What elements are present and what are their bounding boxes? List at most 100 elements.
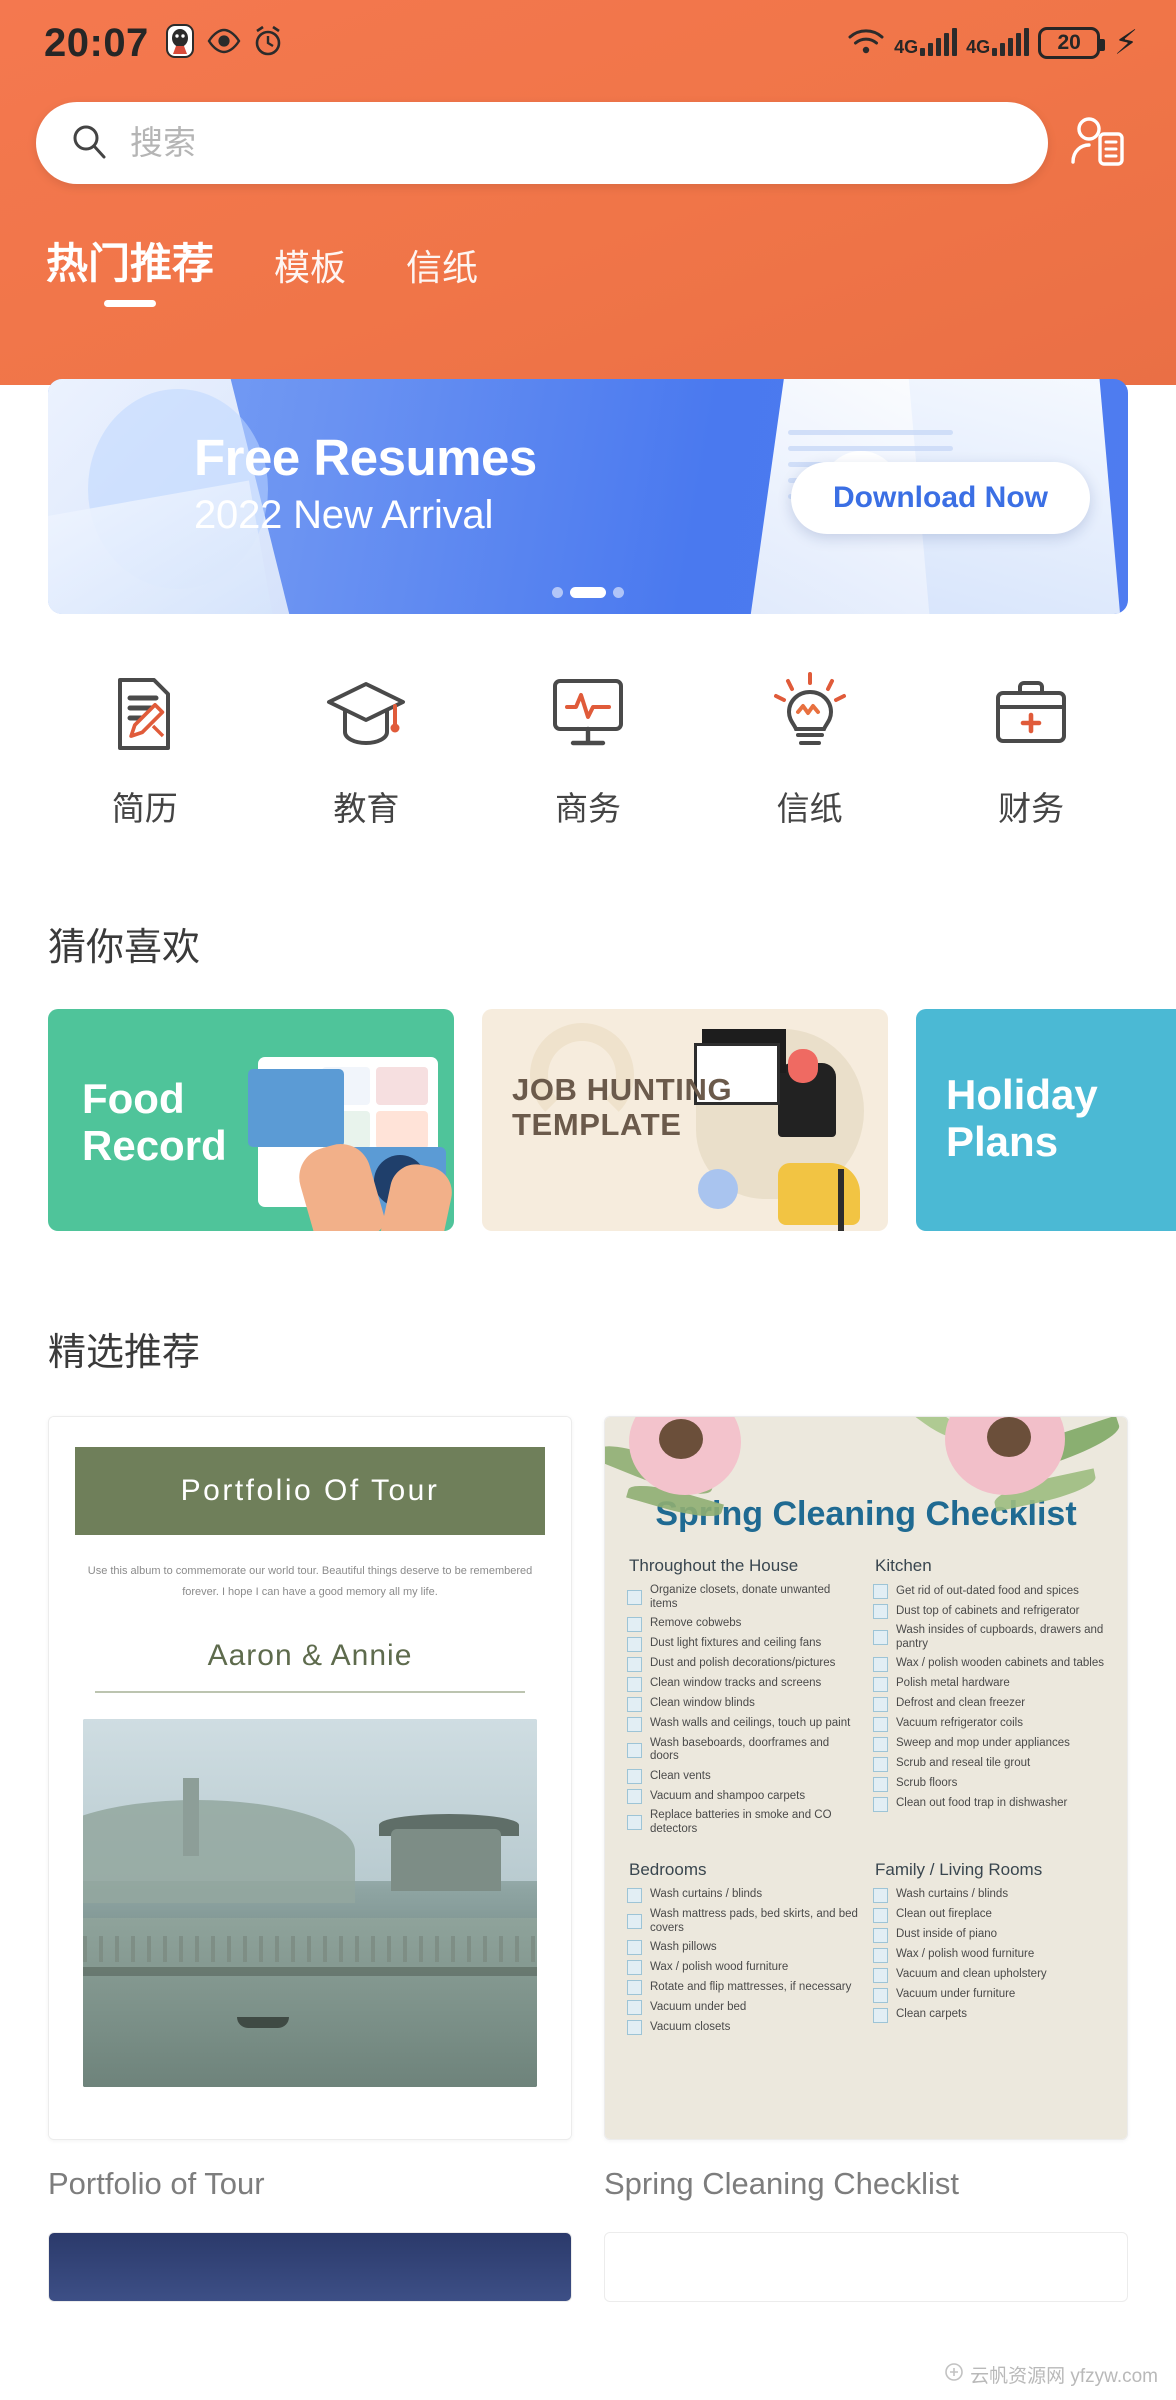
carousel-dot[interactable] <box>613 587 624 598</box>
featured-item-portfolio[interactable]: Portfolio Of Tour Use this album to comm… <box>48 1416 572 2202</box>
checklist-item[interactable]: Vacuum and clean upholstery <box>873 1967 1105 1983</box>
checkbox-icon[interactable] <box>627 1636 642 1652</box>
checkbox-icon[interactable] <box>627 1742 642 1758</box>
checkbox-icon[interactable] <box>627 1940 642 1956</box>
checkbox-icon[interactable] <box>627 1590 642 1606</box>
checkbox-icon[interactable] <box>873 1887 888 1903</box>
checkbox-icon[interactable] <box>627 1616 642 1632</box>
checklist-item[interactable]: Remove cobwebs <box>627 1616 859 1632</box>
checkbox-icon[interactable] <box>627 1789 642 1805</box>
category-letter-paper[interactable]: 信纸 <box>699 672 921 830</box>
checkbox-icon[interactable] <box>873 1584 888 1599</box>
checklist-item[interactable]: Clean carpets <box>873 2007 1105 2023</box>
signal-bars-2 <box>992 28 1030 56</box>
checklist-item[interactable]: Scrub floors <box>873 1776 1105 1792</box>
checkbox-icon[interactable] <box>873 1676 888 1692</box>
checkbox-icon[interactable] <box>873 2007 888 2023</box>
checkbox-icon[interactable] <box>627 1656 642 1672</box>
checklist-item[interactable]: Wash walls and ceilings, touch up paint <box>627 1716 859 1732</box>
guess-card-job-hunting[interactable]: JOB HUNTING TEMPLATE <box>482 1009 888 1231</box>
checklist-item[interactable]: Dust and polish decorations/pictures <box>627 1656 859 1672</box>
carousel-dot[interactable] <box>552 587 563 598</box>
search-box[interactable] <box>36 102 1048 184</box>
checklist-item[interactable]: Vacuum and shampoo carpets <box>627 1789 859 1805</box>
checkbox-icon[interactable] <box>627 2000 642 2016</box>
download-now-button[interactable]: Download Now <box>791 462 1090 534</box>
checklist-item[interactable]: Wax / polish wood furniture <box>873 1947 1105 1963</box>
featured-item-checklist[interactable]: Spring Cleaning Checklist Throughout the… <box>604 1416 1128 2202</box>
search-input[interactable] <box>130 124 1014 162</box>
featured-card-next-left[interactable] <box>48 2232 572 2302</box>
checklist-item[interactable]: Wash baseboards, doorframes and doors <box>627 1737 859 1765</box>
checkbox-icon[interactable] <box>873 1927 888 1943</box>
checkbox-icon[interactable] <box>627 1676 642 1692</box>
checklist-item[interactable]: Dust light fixtures and ceiling fans <box>627 1636 859 1652</box>
guess-card-list[interactable]: Food Record JOB HUNTING TEMPLATE Holiday… <box>0 1009 1176 1231</box>
tab-templates[interactable]: 模板 <box>274 239 346 311</box>
checklist-item[interactable]: Wash mattress pads, bed skirts, and bed … <box>627 1908 859 1936</box>
portfolio-card[interactable]: Portfolio Of Tour Use this album to comm… <box>48 1416 572 2140</box>
checklist-item[interactable]: Clean out fireplace <box>873 1907 1105 1923</box>
checkbox-icon[interactable] <box>873 1604 888 1619</box>
checklist-item[interactable]: Dust inside of piano <box>873 1927 1105 1943</box>
checkbox-icon[interactable] <box>627 1887 642 1903</box>
checklist-card[interactable]: Spring Cleaning Checklist Throughout the… <box>604 1416 1128 2140</box>
category-education[interactable]: 教育 <box>256 672 478 830</box>
checkbox-icon[interactable] <box>627 1696 642 1712</box>
checklist-item[interactable]: Wash curtains / blinds <box>873 1887 1105 1903</box>
checklist-item[interactable]: Clean vents <box>627 1769 859 1785</box>
checklist-item[interactable]: Vacuum closets <box>627 2020 859 2036</box>
checklist-item[interactable]: Wash curtains / blinds <box>627 1887 859 1903</box>
carousel-dot-active[interactable] <box>570 587 606 598</box>
guess-card-food-record[interactable]: Food Record <box>48 1009 454 1231</box>
checklist-item[interactable]: Organize closets, donate unwanted items <box>627 1584 859 1612</box>
checkbox-icon[interactable] <box>873 1987 888 2003</box>
category-resume[interactable]: 简历 <box>34 672 256 830</box>
checkbox-icon[interactable] <box>627 1960 642 1976</box>
checklist-item[interactable]: Wash pillows <box>627 1940 859 1956</box>
category-finance[interactable]: 财务 <box>920 672 1142 830</box>
checklist-item[interactable]: Polish metal hardware <box>873 1676 1105 1692</box>
tab-letter-paper[interactable]: 信纸 <box>406 239 478 311</box>
checklist-item[interactable]: Clean window tracks and screens <box>627 1676 859 1692</box>
checklist-item[interactable]: Vacuum under bed <box>627 2000 859 2016</box>
checkbox-icon[interactable] <box>873 1776 888 1792</box>
checklist-item[interactable]: Scrub and reseal tile grout <box>873 1756 1105 1772</box>
checklist-item[interactable]: Clean out food trap in dishwasher <box>873 1796 1105 1812</box>
category-business[interactable]: 商务 <box>477 672 699 830</box>
checklist-item[interactable]: Replace batteries in smoke and CO detect… <box>627 1809 859 1837</box>
promo-banner[interactable]: Free Resumes 2022 New Arrival Download N… <box>48 379 1128 614</box>
checkbox-icon[interactable] <box>627 2020 642 2036</box>
checklist-item[interactable]: Sweep and mop under appliances <box>873 1736 1105 1752</box>
checkbox-icon[interactable] <box>873 1756 888 1772</box>
checklist-item[interactable]: Vacuum under furniture <box>873 1987 1105 2003</box>
checklist-item[interactable]: Wax / polish wooden cabinets and tables <box>873 1656 1105 1672</box>
status-time: 20:07 <box>44 20 149 65</box>
checkbox-icon[interactable] <box>627 1716 642 1732</box>
checklist-item[interactable]: Rotate and flip mattresses, if necessary <box>627 1980 859 1996</box>
checkbox-icon[interactable] <box>873 1967 888 1983</box>
featured-card-next-right[interactable] <box>604 2232 1128 2302</box>
checklist-item[interactable]: Defrost and clean freezer <box>873 1696 1105 1712</box>
checkbox-icon[interactable] <box>873 1736 888 1752</box>
checkbox-icon[interactable] <box>873 1630 888 1646</box>
checkbox-icon[interactable] <box>873 1696 888 1712</box>
checkbox-icon[interactable] <box>873 1947 888 1963</box>
checklist-item[interactable]: Get rid of out-dated food and spices <box>873 1584 1105 1599</box>
checkbox-icon[interactable] <box>627 1815 642 1831</box>
checkbox-icon[interactable] <box>627 1914 642 1930</box>
checklist-item[interactable]: Wash insides of cupboards, drawers and p… <box>873 1624 1105 1652</box>
checkbox-icon[interactable] <box>627 1769 642 1785</box>
tab-hot-recommend[interactable]: 热门推荐 <box>46 230 214 311</box>
guess-card-holiday-plans[interactable]: Holiday Plans <box>916 1009 1176 1231</box>
checkbox-icon[interactable] <box>873 1716 888 1732</box>
user-profile-icon[interactable] <box>1054 112 1140 174</box>
checklist-item[interactable]: Dust top of cabinets and refrigerator <box>873 1604 1105 1619</box>
checkbox-icon[interactable] <box>873 1656 888 1672</box>
checklist-item[interactable]: Clean window blinds <box>627 1696 859 1712</box>
checkbox-icon[interactable] <box>873 1907 888 1923</box>
checklist-item[interactable]: Wax / polish wood furniture <box>627 1960 859 1976</box>
checkbox-icon[interactable] <box>627 1980 642 1996</box>
checklist-item[interactable]: Vacuum refrigerator coils <box>873 1716 1105 1732</box>
checkbox-icon[interactable] <box>873 1796 888 1812</box>
